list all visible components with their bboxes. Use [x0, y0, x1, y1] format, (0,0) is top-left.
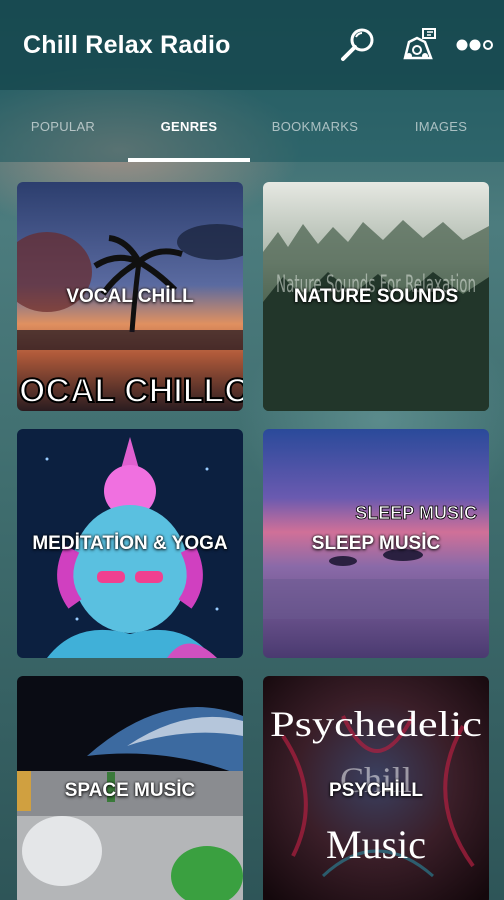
genre-label: SPACE MUSİC: [64, 779, 196, 801]
genre-card-nature-sounds[interactable]: Nature Sounds For Relaxation NATURE SOUN…: [263, 182, 489, 411]
genre-card-space-music[interactable]: SPACE MUSİC: [17, 676, 243, 900]
genre-label: MEDİTATİON & YOGA: [32, 532, 228, 554]
toolbar-actions: [328, 0, 504, 90]
tab-bar: POPULAR GENRES BOOKMARKS IMAGES: [0, 90, 504, 162]
genre-card-sleep-music[interactable]: SLEEP MUSIC SLEEP MUSİC: [263, 429, 489, 658]
genre-label: VOCAL CHİLL: [66, 285, 194, 307]
tab-genres[interactable]: GENRES: [126, 90, 252, 162]
tab-images[interactable]: IMAGES: [378, 90, 504, 162]
themes-icon: [403, 28, 436, 60]
tab-bookmarks[interactable]: BOOKMARKS: [252, 90, 378, 162]
genre-label: SLEEP MUSİC: [311, 532, 441, 554]
search-button[interactable]: [328, 15, 388, 75]
genre-card-meditation-yoga[interactable]: MEDİTATİON & YOGA: [17, 429, 243, 658]
app-title: Chill Relax Radio: [23, 30, 231, 59]
sleep-music-art-caption: SLEEP MUSIC: [355, 503, 477, 523]
genre-label: PSYCHİLL: [329, 779, 423, 801]
genre-card-vocal-chill[interactable]: OCAL CHILLOU VOCAL CHİLL: [17, 182, 243, 411]
genre-grid: OCAL CHILLOU VOCAL CHİLL Nature Sounds F…: [17, 182, 489, 900]
psychill-art-caption-top: Psychedelic: [270, 704, 482, 744]
app-bar: Chill Relax Radio: [0, 0, 504, 90]
more-button[interactable]: [448, 15, 504, 75]
more-dots-icon: [456, 39, 493, 51]
genre-label: NATURE SOUNDS: [293, 285, 459, 307]
search-icon: [341, 28, 374, 61]
psychill-art-caption-bottom: Music: [326, 822, 426, 867]
tab-popular[interactable]: POPULAR: [0, 90, 126, 162]
genre-card-psychill[interactable]: Psychedelic Chill Music PSYCHİLL: [263, 676, 489, 900]
themes-button[interactable]: [388, 15, 448, 75]
